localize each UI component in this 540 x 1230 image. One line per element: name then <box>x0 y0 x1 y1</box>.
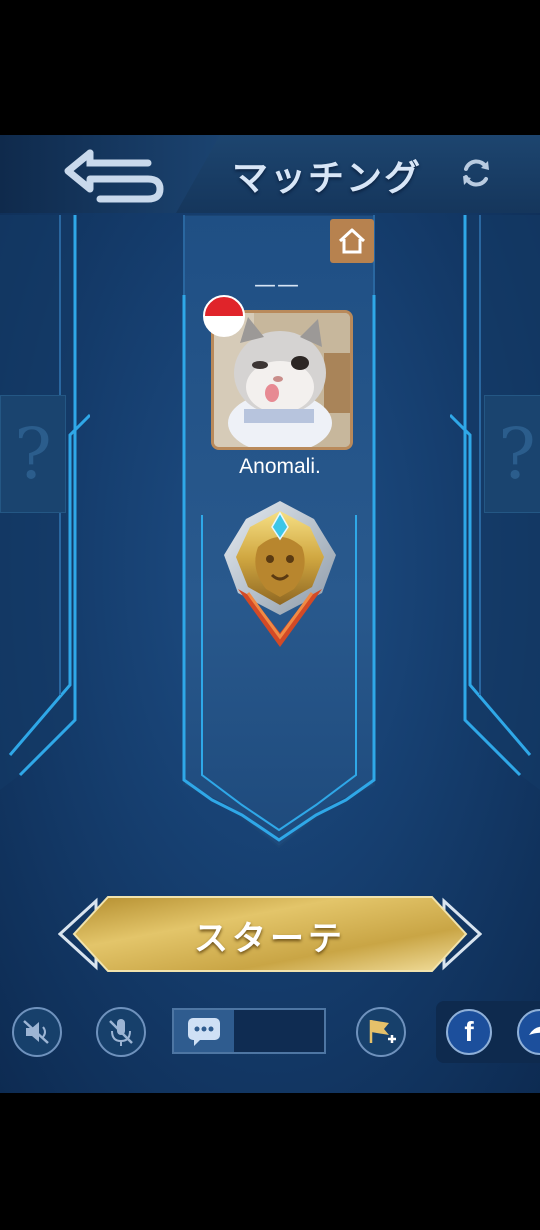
flag-icon <box>203 295 245 337</box>
mic-muted-icon <box>109 1019 133 1046</box>
home-glyph <box>338 228 366 254</box>
right-panel-frame <box>448 215 540 790</box>
mic-toggle-button[interactable] <box>96 1007 146 1057</box>
chat-icon <box>188 1018 220 1046</box>
chat-input-box[interactable] <box>172 1008 326 1054</box>
player-name: Anomali. <box>239 455 321 478</box>
left-panel-frame <box>0 215 92 790</box>
facebook-icon[interactable]: f <box>446 1009 492 1055</box>
flag-plus-icon <box>369 1020 396 1043</box>
right-slot-placeholder: ? <box>484 395 540 513</box>
speaker-toggle-button[interactable] <box>12 1007 62 1057</box>
slot-top-text: —— <box>254 273 300 298</box>
home-icon[interactable] <box>330 219 374 263</box>
share-glyph <box>529 1026 540 1035</box>
invite-flag-button[interactable] <box>356 1007 406 1057</box>
left-slot-placeholder: ? <box>0 395 66 513</box>
right-slot-panel: ? <box>448 215 540 835</box>
rank-emblem-icon <box>224 501 336 647</box>
start-button-label: スターテ <box>194 919 346 959</box>
matching-screen: マッチング ? ? —— Anomali. スターテ f <box>0 135 540 1093</box>
left-slot-panel: ? <box>0 215 92 835</box>
page-title: マッチング <box>232 157 423 199</box>
speaker-muted-icon <box>23 1020 49 1044</box>
back-arrow-icon[interactable] <box>60 143 170 205</box>
chat-button[interactable] <box>174 1010 234 1052</box>
refresh-icon[interactable] <box>458 155 494 191</box>
share-icon[interactable] <box>517 1009 540 1055</box>
